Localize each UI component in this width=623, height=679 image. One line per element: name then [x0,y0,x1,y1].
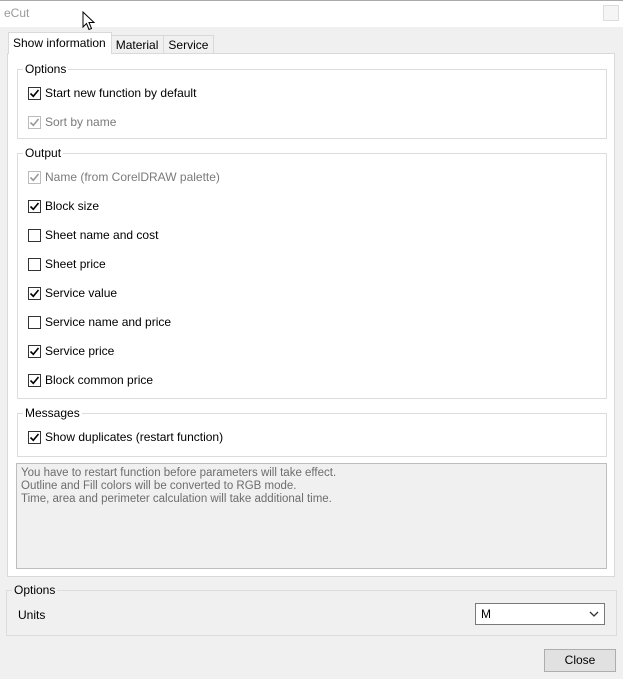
check-icon [29,117,40,126]
checkbox-name-from-palette[interactable]: Name (from CorelDRAW palette) [28,169,220,185]
checkbox-box[interactable] [28,286,41,300]
checkbox-sheet-name-and-cost[interactable]: Sheet name and cost [28,227,158,243]
checkbox-box[interactable] [28,86,41,100]
units-select[interactable]: M [475,603,605,625]
units-label: Units [18,608,46,622]
messages-group-title: Messages [23,406,82,420]
checkbox-service-name-and-price[interactable]: Service name and price [28,314,171,330]
checkbox-label: Start new function by default [45,86,197,100]
checkbox-label: Sheet name and cost [45,228,159,242]
checkbox-box[interactable] [28,430,41,444]
info-line: You have to restart function before para… [21,467,337,479]
window-title: eCut [4,6,30,20]
checkbox-box[interactable] [28,373,41,387]
options-group-title: Options [23,62,69,76]
checkbox-sheet-price[interactable]: Sheet price [28,256,106,272]
checkbox-label: Service price [45,344,115,358]
checkbox-service-value[interactable]: Service value [28,285,117,301]
checkbox-label: Service value [45,286,118,300]
checkbox-label: Service name and price [45,315,172,329]
check-icon [29,88,40,97]
info-textbox[interactable]: You have to restart function before para… [16,463,607,569]
checkbox-label: Show duplicates (restart function) [45,430,224,444]
checkbox-show-duplicates[interactable]: Show duplicates (restart function) [28,429,223,445]
checkbox-label: Block size [45,199,100,213]
checkbox-box[interactable] [28,228,41,242]
window-close-button[interactable] [603,5,619,21]
checkbox-box[interactable] [28,115,41,129]
tab-service[interactable]: Service [163,35,215,54]
output-group: Output Name (from CorelDRAW palette) Blo… [17,146,607,399]
check-icon [29,346,40,355]
checkbox-label: Name (from CorelDRAW palette) [45,170,220,184]
checkbox-sort-by-name[interactable]: Sort by name [28,114,116,130]
chevron-down-icon [589,611,599,617]
checkbox-label: Sort by name [45,115,117,129]
info-line: Time, area and perimeter calculation wil… [21,493,332,505]
checkbox-box[interactable] [28,257,41,271]
checkbox-start-new-function[interactable]: Start new function by default [28,85,196,101]
close-button[interactable]: Close [544,649,616,672]
tab-panel-show-information: Options Start new function by default So… [7,53,615,577]
checkbox-label: Sheet price [45,257,106,271]
bottom-options-title: Options [12,583,58,597]
checkbox-block-size[interactable]: Block size [28,198,99,214]
units-select-value: M [481,607,491,621]
info-line: Outline and Fill colors will be converte… [21,480,297,492]
checkbox-box[interactable] [28,315,41,329]
tab-material[interactable]: Material [110,35,165,54]
checkbox-box[interactable] [28,344,41,358]
tab-show-information[interactable]: Show information [8,32,112,54]
tab-strip: Show information Material Service [8,32,215,54]
checkbox-block-common-price[interactable]: Block common price [28,372,153,388]
check-icon [29,288,40,297]
options-group: Options Start new function by default So… [17,62,607,139]
checkbox-box[interactable] [28,199,41,213]
messages-group: Messages Show duplicates (restart functi… [17,406,607,457]
check-icon [29,432,40,441]
check-icon [29,172,40,181]
check-icon [29,375,40,384]
checkbox-label: Block common price [45,373,154,387]
check-icon [29,201,40,210]
output-group-title: Output [23,146,64,160]
checkbox-box[interactable] [28,170,41,184]
checkbox-service-price[interactable]: Service price [28,343,114,359]
bottom-options-group: Options Units M [6,583,617,636]
mouse-cursor-icon [82,11,96,31]
